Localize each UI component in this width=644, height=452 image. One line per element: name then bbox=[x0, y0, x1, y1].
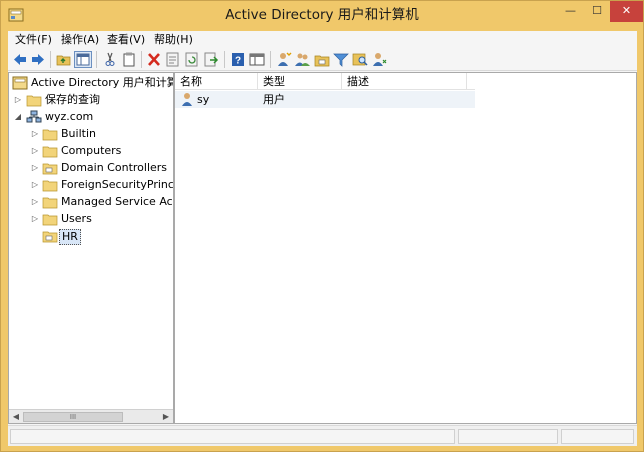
svg-text:?: ? bbox=[235, 56, 241, 67]
list-row[interactable]: sy 用户 bbox=[175, 91, 475, 108]
tree-item-label: Users bbox=[61, 212, 92, 225]
tree-item-foreign-security-principals[interactable]: ▷ ForeignSecurityPrincipals bbox=[9, 177, 173, 193]
ou-icon bbox=[42, 231, 58, 243]
tree-item-label: Domain Controllers bbox=[61, 161, 168, 174]
cell-type: 用户 bbox=[263, 93, 285, 106]
menu-help[interactable]: 帮助(H) bbox=[152, 32, 195, 47]
tree-item-hr[interactable]: HR bbox=[9, 228, 173, 245]
folder-icon bbox=[26, 95, 42, 107]
tree-item-builtin[interactable]: ▷ Builtin bbox=[9, 126, 173, 142]
copy-icon[interactable] bbox=[120, 51, 138, 68]
expand-arrow-icon[interactable]: ▷ bbox=[14, 92, 22, 108]
tree-root[interactable]: Active Directory 用户和计算机 bbox=[9, 75, 173, 91]
details-pane[interactable]: 名称 类型 描述 sy 用户 bbox=[174, 72, 637, 424]
show-hide-tree-icon[interactable] bbox=[74, 51, 92, 68]
status-panel-main bbox=[10, 429, 455, 444]
column-header-description[interactable]: 描述 bbox=[342, 73, 467, 90]
export-list-icon[interactable] bbox=[202, 51, 220, 68]
domain-icon bbox=[26, 110, 42, 123]
help-icon[interactable]: ? bbox=[229, 51, 247, 68]
scroll-left-arrow-icon[interactable]: ◀ bbox=[9, 410, 23, 423]
tree-item-saved-queries[interactable]: ▷ 保存的查询 bbox=[9, 92, 173, 108]
folder-icon bbox=[42, 180, 58, 192]
cell-name: sy bbox=[197, 93, 210, 106]
close-button[interactable]: ✕ bbox=[610, 1, 643, 22]
console-view-icon[interactable] bbox=[248, 51, 266, 68]
tree-item-users[interactable]: ▷ Users bbox=[9, 211, 173, 227]
folder-icon bbox=[42, 129, 58, 141]
tree-item-domain[interactable]: ◢ wyz.com bbox=[9, 109, 173, 125]
expand-arrow-icon[interactable]: ▷ bbox=[31, 194, 39, 210]
tree-item-label: wyz.com bbox=[45, 110, 94, 123]
ou-icon bbox=[42, 163, 58, 175]
find-icon[interactable] bbox=[351, 51, 369, 68]
toolbar: ? bbox=[8, 48, 637, 71]
maximize-button[interactable]: ☐ bbox=[584, 1, 610, 22]
new-user-icon[interactable] bbox=[275, 51, 293, 68]
minimize-button[interactable]: — bbox=[557, 1, 584, 22]
status-panel-tertiary bbox=[561, 429, 634, 444]
tree-item-label: 保存的查询 bbox=[45, 93, 100, 106]
user-icon bbox=[182, 93, 192, 106]
app-window: Active Directory 用户和计算机 — ☐ ✕ 文件(F) 操作(A… bbox=[0, 0, 644, 452]
folder-icon bbox=[42, 197, 58, 209]
tree-item-label: Builtin bbox=[61, 127, 96, 140]
tree-item-domain-controllers[interactable]: ▷ Domain Controllers bbox=[9, 160, 173, 176]
client-area: 文件(F) 操作(A) 查看(V) 帮助(H) ? Active Directo… bbox=[8, 31, 637, 446]
new-ou-icon[interactable] bbox=[313, 51, 331, 68]
forward-icon[interactable] bbox=[29, 51, 47, 68]
tree-item-label: Managed Service Accounts bbox=[61, 195, 173, 208]
filter-icon[interactable] bbox=[332, 51, 350, 68]
folder-icon bbox=[42, 146, 58, 158]
new-group-icon[interactable] bbox=[294, 51, 312, 68]
expand-arrow-icon[interactable]: ▷ bbox=[31, 211, 39, 227]
expand-arrow-icon[interactable]: ▷ bbox=[31, 126, 39, 142]
column-header-type[interactable]: 类型 bbox=[258, 73, 342, 90]
refresh-icon[interactable] bbox=[183, 51, 201, 68]
status-panel-secondary bbox=[458, 429, 558, 444]
scroll-right-arrow-icon[interactable]: ▶ bbox=[159, 410, 173, 423]
cut-icon[interactable] bbox=[101, 51, 119, 68]
properties-icon[interactable] bbox=[164, 51, 182, 68]
expand-arrow-icon[interactable]: ▷ bbox=[31, 160, 39, 176]
up-folder-icon[interactable] bbox=[55, 51, 73, 68]
menu-view[interactable]: 查看(V) bbox=[105, 32, 147, 47]
add-to-group-icon[interactable] bbox=[370, 51, 388, 68]
column-header-name[interactable]: 名称 bbox=[175, 73, 258, 90]
title-bar[interactable]: Active Directory 用户和计算机 — ☐ ✕ bbox=[1, 1, 643, 31]
tree-pane[interactable]: Active Directory 用户和计算机 ▷ 保存的查询 ◢ wyz.co… bbox=[8, 72, 174, 424]
menu-bar: 文件(F) 操作(A) 查看(V) 帮助(H) bbox=[8, 31, 637, 48]
delete-icon[interactable] bbox=[145, 51, 163, 68]
tree-item-computers[interactable]: ▷ Computers bbox=[9, 143, 173, 159]
tree-item-managed-service-accounts[interactable]: ▷ Managed Service Accounts bbox=[9, 194, 173, 210]
tree-item-label: HR bbox=[59, 229, 81, 245]
scroll-thumb[interactable]: III bbox=[23, 412, 123, 422]
menu-action[interactable]: 操作(A) bbox=[59, 32, 101, 47]
collapse-arrow-icon[interactable]: ◢ bbox=[14, 109, 22, 125]
window-title: Active Directory 用户和计算机 bbox=[225, 7, 419, 23]
list-header: 名称 类型 描述 bbox=[175, 73, 475, 90]
back-icon[interactable] bbox=[11, 51, 29, 68]
folder-icon bbox=[42, 214, 58, 226]
tree-horizontal-scrollbar[interactable]: ◀ III ▶ bbox=[9, 409, 173, 423]
tree-item-label: ForeignSecurityPrincipals bbox=[61, 178, 174, 191]
tree-item-label: Computers bbox=[61, 144, 122, 157]
status-bar bbox=[8, 425, 637, 446]
menu-file[interactable]: 文件(F) bbox=[13, 32, 54, 47]
expand-arrow-icon[interactable]: ▷ bbox=[31, 143, 39, 159]
tree-root-label: Active Directory 用户和计算机 bbox=[31, 76, 174, 89]
ad-console-icon bbox=[12, 76, 28, 90]
expand-arrow-icon[interactable]: ▷ bbox=[31, 177, 39, 193]
